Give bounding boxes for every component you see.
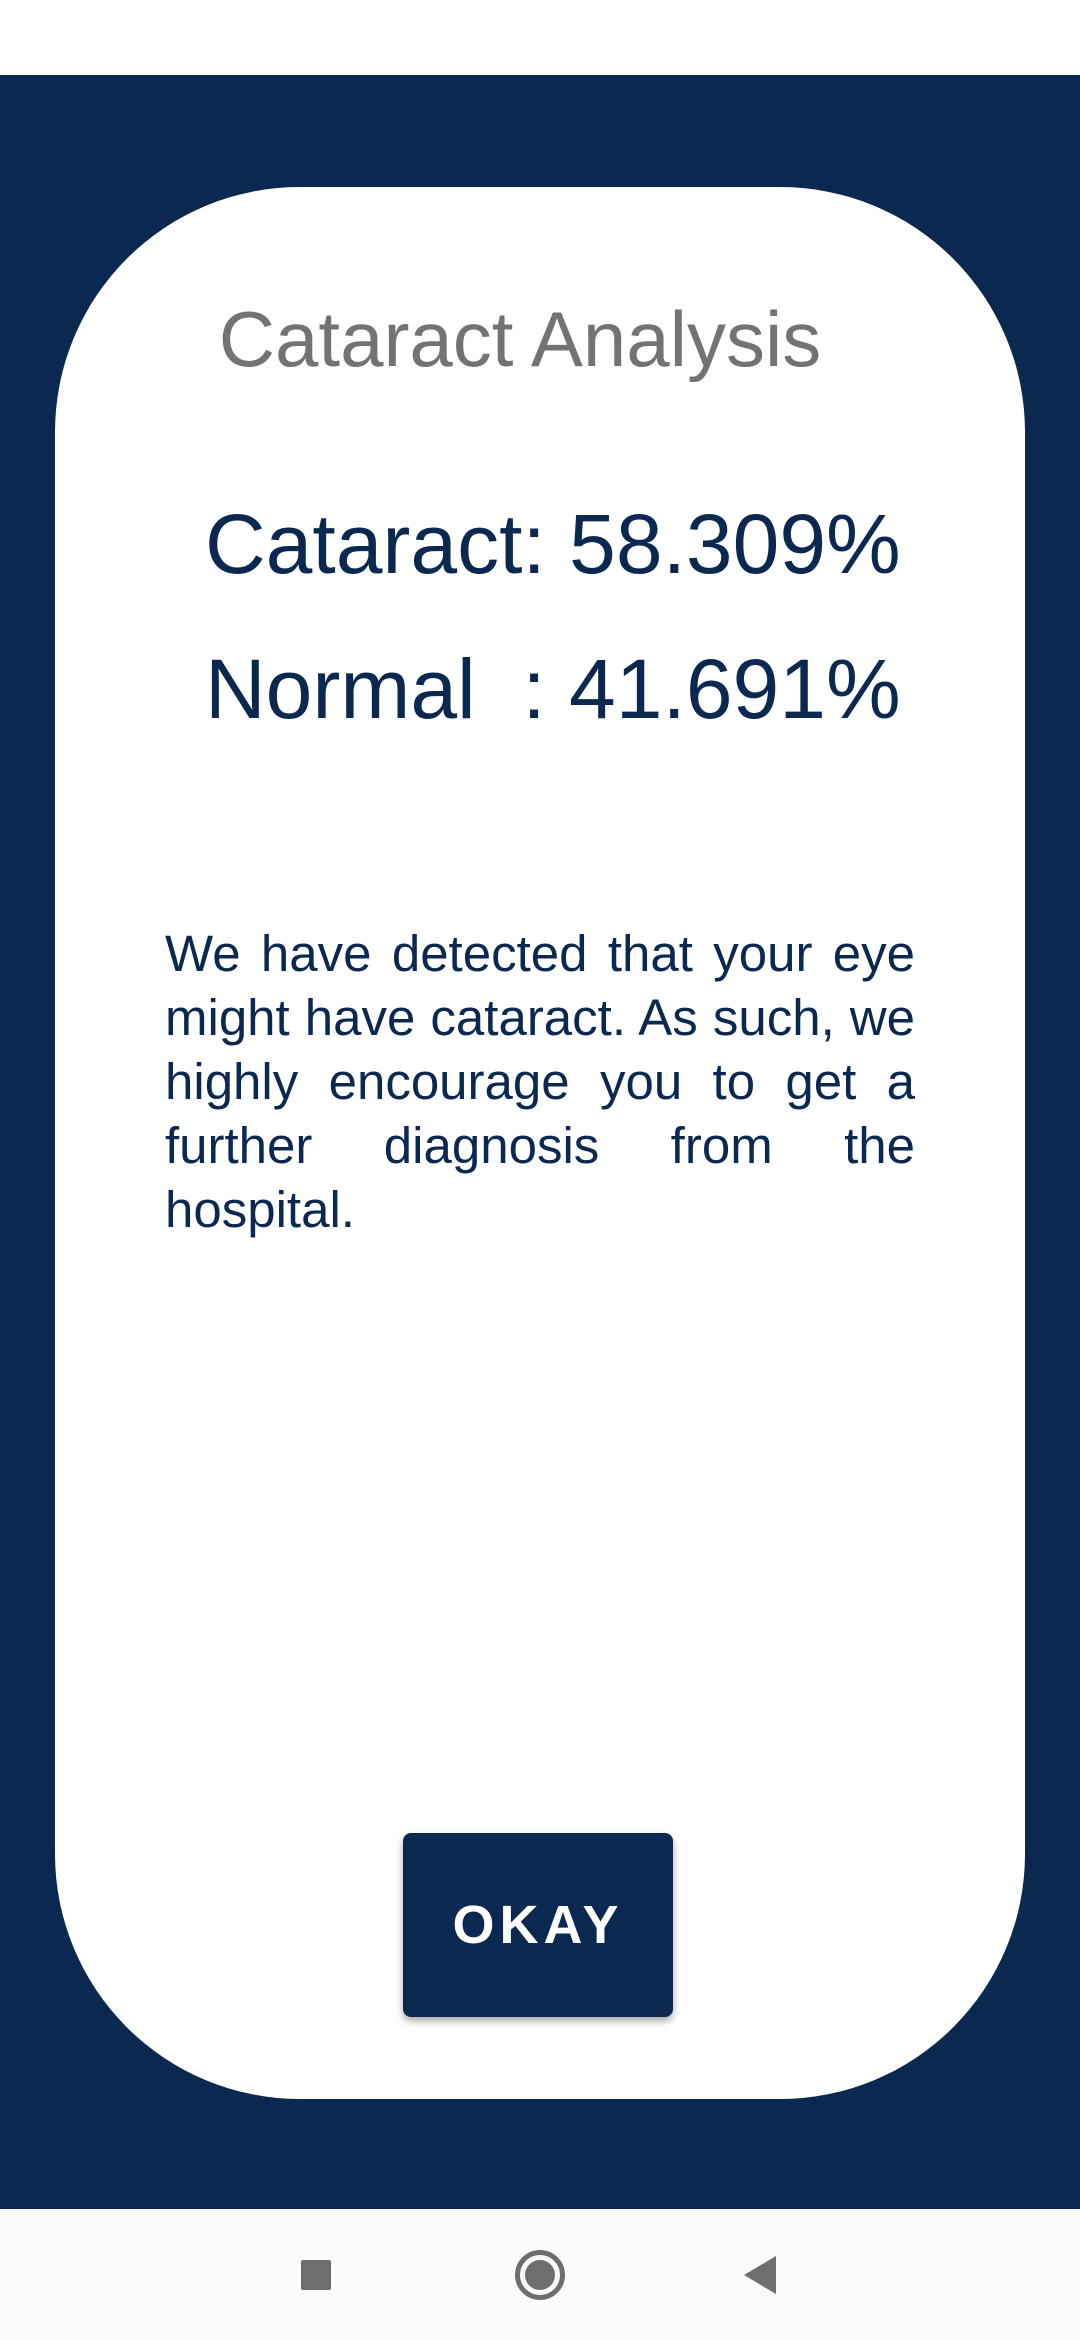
recents-button[interactable] <box>281 2240 351 2310</box>
okay-button[interactable]: OKAY <box>403 1833 673 2017</box>
triangle-back-icon <box>744 2256 776 2294</box>
cataract-percentage: Cataract: 58.309% <box>205 497 901 591</box>
circle-icon <box>515 2250 565 2300</box>
square-icon <box>301 2260 331 2290</box>
home-button[interactable] <box>505 2240 575 2310</box>
normal-percentage: Normal : 41.691% <box>205 642 901 736</box>
back-button[interactable] <box>725 2240 795 2310</box>
status-bar <box>0 0 1080 75</box>
page-title: Cataract Analysis <box>218 295 822 383</box>
diagnosis-message: We have detected that your eye might hav… <box>165 925 915 1238</box>
